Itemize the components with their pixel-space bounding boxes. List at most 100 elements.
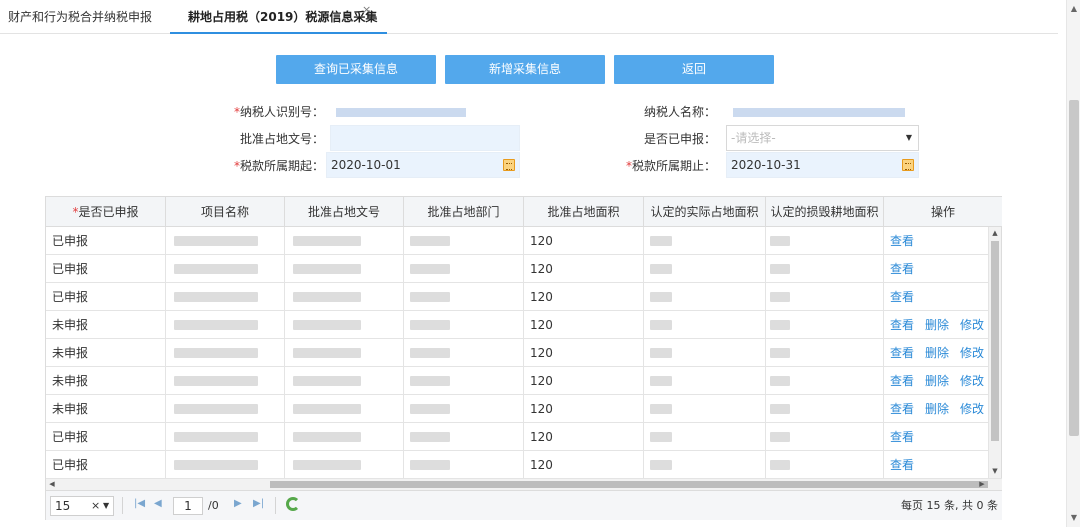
redacted-value: [770, 404, 790, 414]
last-page-icon[interactable]: ▶|: [253, 498, 264, 509]
edit-link[interactable]: 修改: [960, 374, 984, 388]
delete-link[interactable]: 删除: [925, 318, 949, 332]
declared-label: 是否已申报：: [643, 132, 716, 146]
cell-approval-area: 120: [524, 395, 644, 423]
cell-redacted: [404, 451, 524, 479]
taxpayer-id-label: *纳税人识别号：: [233, 105, 324, 119]
view-link[interactable]: 查看: [890, 402, 914, 416]
col-actual-area[interactable]: 认定的实际占地面积: [644, 197, 766, 227]
add-collection-button[interactable]: 新增采集信息: [445, 55, 605, 84]
cell-redacted: [404, 367, 524, 395]
scrollbar-thumb[interactable]: [270, 481, 988, 488]
col-approval-dept[interactable]: 批准占地部门: [404, 197, 524, 227]
view-link[interactable]: 查看: [890, 234, 914, 248]
tab-bar: 财产和行为税合并纳税申报 耕地占用税（2019）税源信息采集 ×: [0, 0, 1058, 34]
grid-vertical-scrollbar[interactable]: ▲ ▼: [988, 227, 1001, 478]
redacted-value: [293, 404, 361, 414]
scrollbar-thumb[interactable]: [991, 241, 999, 441]
calendar-icon[interactable]: [503, 159, 515, 171]
table-row[interactable]: 已申报 120 查看: [46, 283, 989, 311]
view-link[interactable]: 查看: [890, 430, 914, 444]
scroll-left-icon[interactable]: ◀: [46, 479, 58, 490]
redacted-value: [410, 236, 450, 246]
declared-select[interactable]: -请选择- ▼: [726, 125, 919, 151]
scroll-up-icon[interactable]: ▲: [1067, 2, 1080, 16]
edit-link[interactable]: 修改: [960, 318, 984, 332]
delete-link[interactable]: 删除: [925, 374, 949, 388]
redacted-value: [410, 376, 450, 386]
cell-status: 已申报: [46, 227, 166, 255]
page-number-input[interactable]: 1: [173, 497, 203, 515]
col-project-name[interactable]: 项目名称: [166, 197, 285, 227]
view-link[interactable]: 查看: [890, 262, 914, 276]
table-row[interactable]: 未申报 120 查看 删除 修改: [46, 339, 989, 367]
col-approval-area[interactable]: 批准占地面积: [524, 197, 644, 227]
view-link[interactable]: 查看: [890, 374, 914, 388]
tax-source-grid: *是否已申报 项目名称 批准占地文号 批准占地部门 批准占地面积 认定的实际占地…: [45, 196, 1002, 520]
scroll-right-icon[interactable]: ▶: [976, 479, 988, 490]
redacted-value: [293, 264, 361, 274]
view-link[interactable]: 查看: [890, 458, 914, 472]
approval-doc-input[interactable]: [330, 125, 520, 151]
scroll-up-icon[interactable]: ▲: [989, 227, 1001, 239]
clear-icon[interactable]: ×: [91, 497, 100, 515]
prev-page-icon[interactable]: ◀: [154, 498, 162, 509]
cell-redacted: [644, 451, 766, 479]
table-row[interactable]: 未申报 120 查看 删除 修改: [46, 367, 989, 395]
table-row[interactable]: 已申报 120 查看: [46, 451, 989, 479]
cell-status: 未申报: [46, 395, 166, 423]
scrollbar-thumb[interactable]: [1069, 100, 1079, 436]
view-link[interactable]: 查看: [890, 318, 914, 332]
delete-link[interactable]: 删除: [925, 402, 949, 416]
cell-redacted: [644, 283, 766, 311]
redacted-value: [410, 292, 450, 302]
grid-horizontal-scrollbar[interactable]: ◀ ▶: [46, 478, 1002, 490]
close-icon[interactable]: ×: [362, 0, 371, 27]
first-page-icon[interactable]: |◀: [134, 498, 145, 509]
scroll-down-icon[interactable]: ▼: [989, 465, 1001, 477]
table-row[interactable]: 已申报 120 查看: [46, 255, 989, 283]
table-row[interactable]: 已申报 120 查看: [46, 423, 989, 451]
back-button[interactable]: 返回: [614, 55, 774, 84]
redacted-value: [293, 460, 361, 470]
delete-link[interactable]: 删除: [925, 346, 949, 360]
cell-redacted: [404, 311, 524, 339]
edit-link[interactable]: 修改: [960, 402, 984, 416]
query-collected-button[interactable]: 查询已采集信息: [276, 55, 436, 84]
calendar-icon[interactable]: [902, 159, 914, 171]
table-row[interactable]: 未申报 120 查看 删除 修改: [46, 311, 989, 339]
view-link[interactable]: 查看: [890, 290, 914, 304]
table-row[interactable]: 已申报 120 查看: [46, 227, 989, 255]
redacted-value: [410, 320, 450, 330]
next-page-icon[interactable]: ▶: [234, 498, 242, 509]
cell-redacted: [766, 227, 884, 255]
page-size-select[interactable]: 15 × ▼: [50, 496, 114, 516]
redacted-value: [410, 460, 450, 470]
scroll-down-icon[interactable]: ▼: [1067, 511, 1080, 525]
redacted-value: [770, 264, 790, 274]
view-link[interactable]: 查看: [890, 346, 914, 360]
refresh-icon[interactable]: [286, 497, 300, 511]
cell-redacted: [766, 339, 884, 367]
tab-combined-tax-declaration[interactable]: 财产和行为税合并纳税申报: [8, 0, 152, 34]
col-approval-doc[interactable]: 批准占地文号: [285, 197, 404, 227]
page-summary: 每页 15 条, 共 0 条: [901, 499, 998, 512]
redacted-value: [293, 432, 361, 442]
cell-redacted: [285, 255, 404, 283]
edit-link[interactable]: 修改: [960, 346, 984, 360]
col-declared[interactable]: *是否已申报: [46, 197, 166, 227]
cell-redacted: [644, 423, 766, 451]
cell-redacted: [644, 367, 766, 395]
table-row[interactable]: 未申报 120 查看 删除 修改: [46, 395, 989, 423]
redacted-value: [770, 432, 790, 442]
col-damaged-area[interactable]: 认定的损毁耕地面积: [766, 197, 884, 227]
cell-redacted: [166, 283, 285, 311]
period-end-input[interactable]: 2020-10-31: [726, 152, 919, 178]
period-start-input[interactable]: 2020-10-01: [326, 152, 520, 178]
redacted-value: [174, 376, 258, 386]
page-scrollbar[interactable]: ▲ ▼: [1066, 0, 1080, 527]
cell-redacted: [404, 339, 524, 367]
tab-farmland-tax-source[interactable]: 耕地占用税（2019）税源信息采集 ×: [170, 0, 387, 34]
cell-redacted: [404, 395, 524, 423]
cell-redacted: [285, 367, 404, 395]
